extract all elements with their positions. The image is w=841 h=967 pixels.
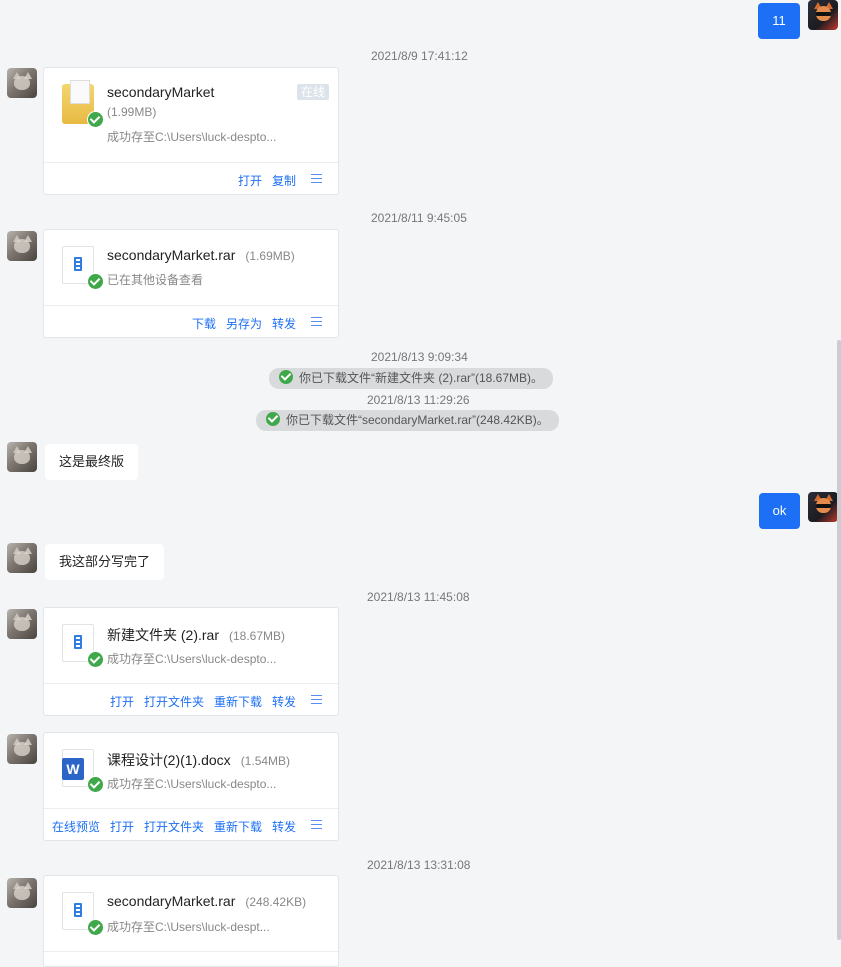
contact-avatar[interactable] <box>7 442 37 472</box>
check-circle-icon <box>87 111 104 128</box>
timestamp: 2021/8/9 17:41:12 <box>371 49 468 63</box>
contact-avatar[interactable] <box>7 878 37 908</box>
copy-button[interactable]: 复制 <box>272 172 296 189</box>
file-status: 成功存至C:\Users\luck-despto... <box>107 777 277 791</box>
save-as-button[interactable]: 另存为 <box>226 315 262 332</box>
incoming-message-bubble[interactable]: 这是最终版 <box>45 444 139 480</box>
timestamp: 2021/8/13 11:45:08 <box>367 590 470 604</box>
check-circle-icon <box>266 412 280 426</box>
file-name: secondaryMarket <box>107 84 215 100</box>
file-name: secondaryMarket.rar <box>107 247 236 263</box>
message-text: 这是最终版 <box>59 454 125 469</box>
file-status: 成功存至C:\Users\luck-despto... <box>107 652 277 666</box>
message-text: ok <box>772 503 787 518</box>
contact-avatar[interactable] <box>7 734 37 764</box>
check-circle-icon <box>87 651 104 668</box>
contact-avatar[interactable] <box>7 543 37 573</box>
file-name: 课程设计(2)(1).docx <box>107 752 231 768</box>
timestamp: 2021/8/13 13:31:08 <box>367 858 471 872</box>
system-notice-text: 你已下载文件“新建文件夹 (2).rar”(18.67MB)。 <box>299 371 544 385</box>
check-circle-icon <box>87 919 104 936</box>
file-name-line: secondaryMarket.rar (1.69MB) <box>107 247 295 263</box>
message-text: 11 <box>772 13 786 28</box>
file-size: (248.42KB) <box>245 895 307 909</box>
check-circle-icon <box>87 776 104 793</box>
timestamp: 2021/8/13 11:29:26 <box>367 393 470 407</box>
file-size: (1.69MB) <box>245 249 295 263</box>
open-folder-button[interactable]: 打开文件夹 <box>144 693 204 710</box>
file-card[interactable]: secondaryMarket.rar (1.69MB) 已在其他设备查看 下载 … <box>43 229 339 338</box>
file-name: secondaryMarket.rar <box>107 893 236 909</box>
file-name: 新建文件夹 (2).rar <box>107 627 219 643</box>
timestamp: 2021/8/11 9:45:05 <box>371 211 467 225</box>
file-name-line: 课程设计(2)(1).docx (1.54MB) <box>107 750 290 770</box>
forward-button[interactable]: 转发 <box>272 693 296 710</box>
incoming-message-bubble[interactable]: 我这部分写完了 <box>45 544 165 580</box>
system-notice-text: 你已下载文件“secondaryMarket.rar”(248.42KB)。 <box>286 413 549 427</box>
scrollbar[interactable] <box>837 340 841 940</box>
open-button[interactable]: 打开 <box>110 693 134 710</box>
file-card[interactable]: W 课程设计(2)(1).docx (1.54MB) 成功存至C:\Users\l… <box>43 732 339 841</box>
file-name-line: 新建文件夹 (2).rar (18.67MB) <box>107 625 285 645</box>
outgoing-message-bubble[interactable]: ok <box>759 493 800 529</box>
contact-avatar[interactable] <box>7 609 37 639</box>
file-status: 成功存至C:\Users\luck-despto... <box>107 130 277 144</box>
check-circle-icon <box>87 273 104 290</box>
file-card[interactable]: secondaryMarket.rar (248.42KB) 成功存至C:\Use… <box>43 875 339 967</box>
file-size: (1.54MB) <box>240 754 291 768</box>
contact-avatar[interactable] <box>7 68 37 98</box>
file-status: 成功存至C:\Users\luck-despt... <box>107 920 270 934</box>
forward-button[interactable]: 转发 <box>272 315 296 332</box>
outgoing-message-bubble[interactable]: 11 <box>758 3 800 39</box>
file-status: 已在其他设备查看 <box>107 273 204 287</box>
system-notice: 你已下载文件“secondaryMarket.rar”(248.42KB)。 <box>256 410 559 431</box>
open-button[interactable]: 打开 <box>110 818 134 835</box>
timestamp: 2021/8/13 9:09:34 <box>371 350 468 364</box>
download-button[interactable]: 下载 <box>192 315 216 332</box>
redownload-button[interactable]: 重新下载 <box>214 818 262 835</box>
my-avatar[interactable] <box>808 492 838 522</box>
menu-icon[interactable] <box>311 820 322 829</box>
file-card[interactable]: 新建文件夹 (2).rar (18.67MB) 成功存至C:\Users\luck… <box>43 607 339 716</box>
contact-avatar[interactable] <box>7 231 37 261</box>
message-text: 我这部分写完了 <box>59 554 151 569</box>
redownload-button[interactable]: 重新下载 <box>214 693 262 710</box>
menu-icon[interactable] <box>311 317 322 326</box>
check-circle-icon <box>279 370 293 384</box>
file-size: (1.99MB) <box>107 105 157 119</box>
my-avatar[interactable] <box>808 0 838 30</box>
open-button[interactable]: 打开 <box>238 172 262 189</box>
system-notice: 你已下载文件“新建文件夹 (2).rar”(18.67MB)。 <box>269 368 554 389</box>
open-folder-button[interactable]: 打开文件夹 <box>144 818 204 835</box>
forward-button[interactable]: 转发 <box>272 818 296 835</box>
menu-icon[interactable] <box>311 174 322 183</box>
online-preview-button[interactable]: 在线预览 <box>52 818 100 835</box>
online-badge: 在线 <box>296 84 329 100</box>
file-name-line: secondaryMarket.rar (248.42KB) <box>107 893 306 909</box>
menu-icon[interactable] <box>311 695 322 704</box>
file-size: (18.67MB) <box>229 629 286 643</box>
file-card[interactable]: secondaryMarket (1.99MB) 在线 成功存至C:\Users… <box>43 67 339 195</box>
